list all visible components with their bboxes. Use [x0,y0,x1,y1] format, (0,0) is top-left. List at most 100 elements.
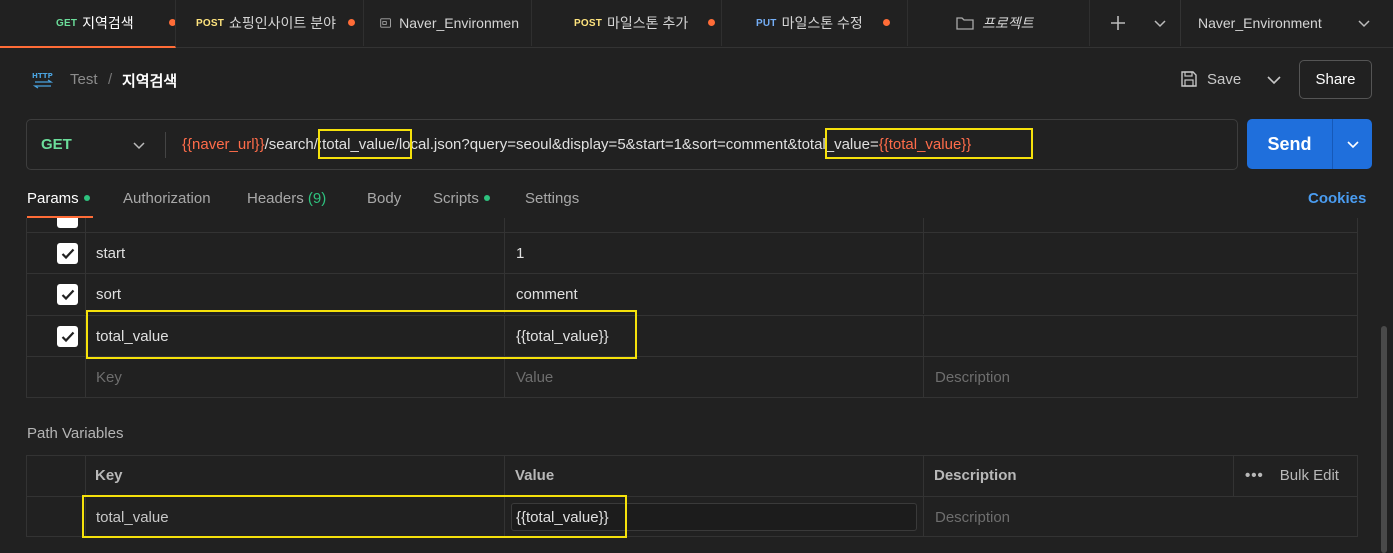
new-tab-button[interactable] [1096,0,1140,46]
new-param-description-input[interactable]: Description [935,369,1010,386]
divider [923,233,924,273]
environment-icon [380,18,391,28]
chevron-down-icon [1346,141,1359,149]
bulk-edit-button[interactable]: ••• Bulk Edit [1245,467,1339,484]
tab-label: 마일스톤 추가 [607,15,689,31]
tab-headers[interactable]: Headers (9) [247,190,326,207]
send-options-button[interactable] [1332,119,1372,169]
save-label: Save [1207,70,1242,88]
divider [85,456,86,496]
tab-overflow-button[interactable] [1140,0,1180,46]
divider [504,218,505,232]
path-variable-description-input[interactable]: Description [935,509,1010,526]
divider [1233,456,1234,496]
url-input[interactable]: {{naver_url}}/search/:total_value/local.… [182,136,971,153]
active-dot-icon [83,195,90,202]
column-header-value: Value [515,467,555,484]
table-row: sort comment [27,273,1357,314]
path-variables-title: Path Variables [27,425,124,442]
divider [504,357,505,397]
http-request-icon: HTTP [32,72,54,89]
request-tabs: Params Authorization Headers (9) Body Sc… [0,180,1393,218]
request-header: HTTP Test / 지역검색 Save Share [0,48,1393,110]
save-options-chevron-icon[interactable] [1262,68,1286,92]
url-segment: /search [264,136,314,153]
table-row: total_value {{total_value}} [27,315,1357,356]
param-key[interactable]: sort [96,286,121,303]
divider [85,274,86,314]
page-title[interactable]: 지역검색 [122,70,177,91]
checkbox[interactable] [57,326,78,347]
tab-scripts[interactable]: Scripts [433,190,490,207]
environment-name: Naver_Environment [1198,15,1322,31]
tab-method: PUT [756,17,777,29]
headers-count-badge: (9) [307,190,327,207]
tab-label: 프로젝트 [982,15,1034,31]
tab-post-shopping-insight[interactable]: POST 쇼핑인사이트 분야 [176,0,364,46]
check-icon [61,331,74,342]
share-button[interactable]: Share [1299,60,1372,99]
tab-body[interactable]: Body [367,190,401,207]
table-row: Key Value Description [27,356,1357,397]
param-key[interactable]: start [96,245,125,262]
chevron-down-icon [1154,20,1166,28]
path-variable-value: {{total_value}} [516,509,609,526]
param-value[interactable]: 1 [516,245,524,262]
divider [923,497,924,537]
scrollbar-thumb[interactable] [1381,326,1387,553]
checkbox[interactable] [57,284,78,305]
save-button[interactable]: Save [1180,64,1241,94]
tab-label: 지역검색 [82,15,134,31]
tab-label: Scripts [433,190,479,207]
divider [923,274,924,314]
breadcrumb-collection[interactable]: Test [70,71,98,88]
new-param-key-input[interactable]: Key [96,369,122,386]
tab-method: POST [196,17,225,29]
divider [504,274,505,314]
divider [504,497,505,537]
divider [85,218,86,232]
method-select[interactable]: GET [41,136,72,153]
tab-authorization[interactable]: Authorization [123,190,211,207]
unsaved-dot-icon [883,19,890,26]
divider [165,132,166,158]
table-header: Key Value Description ••• Bulk Edit [27,456,1357,496]
checkbox[interactable] [57,218,78,228]
send-button[interactable]: Send [1247,119,1332,169]
tab-label: Headers [247,190,304,207]
url-bar: GET {{naver_url}}/search/:total_value/lo… [26,119,1238,170]
unsaved-dot-icon [348,19,355,26]
param-value[interactable]: comment [516,286,578,303]
tab-project-folder[interactable]: 프로젝트 [908,0,1090,46]
divider [85,316,86,356]
divider [923,316,924,356]
tab-label: Params [27,190,79,207]
url-segment: /local.json?query=seoul&display=5&start=… [394,136,788,153]
unsaved-dot-icon [169,19,175,26]
tab-environment[interactable]: Naver_Environmen [364,0,532,46]
new-param-value-input[interactable]: Value [516,369,553,386]
divider [504,456,505,496]
divider [923,357,924,397]
column-header-description: Description [934,467,1017,484]
more-options-icon[interactable]: ••• [1245,467,1264,484]
cookies-link[interactable]: Cookies [1308,190,1366,207]
tab-put-milestone-edit[interactable]: PUT 마일스톤 수정 [722,0,908,46]
param-value[interactable]: {{total_value}} [516,328,609,345]
tab-post-milestone-add[interactable]: POST 마일스톤 추가 [532,0,722,46]
svg-text:HTTP: HTTP [32,72,53,80]
tab-label: 쇼핑인사이트 분야 [229,15,336,31]
tab-get-local-search[interactable]: GET 지역검색 [0,0,176,48]
chevron-down-icon[interactable] [131,137,147,153]
tab-params[interactable]: Params [27,190,90,207]
checkbox[interactable] [57,243,78,264]
divider [85,497,86,537]
tab-settings[interactable]: Settings [525,190,579,207]
url-segment: &total_value= [787,136,879,153]
save-icon [1181,71,1197,87]
divider [923,218,924,232]
param-key[interactable]: total_value [96,328,169,345]
url-variable: {{total_value}} [878,136,972,153]
environment-selector[interactable]: Naver_Environment [1181,0,1391,46]
tab-method: GET [56,17,78,29]
